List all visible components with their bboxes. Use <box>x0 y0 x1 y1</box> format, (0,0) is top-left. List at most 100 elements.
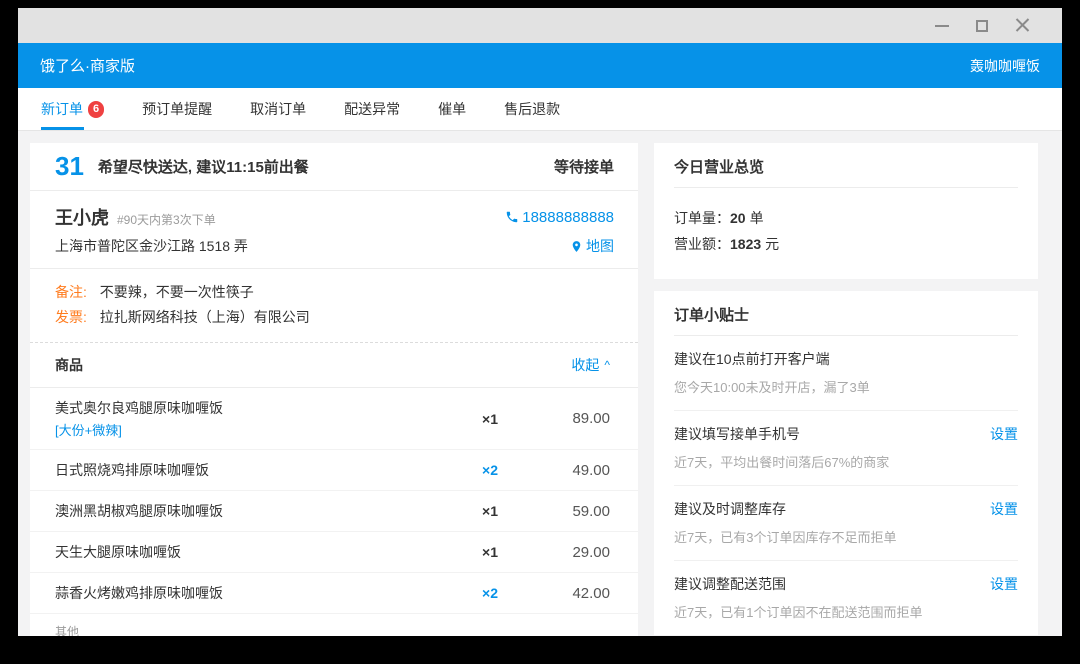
remark-text: 不要辣，不要一次性筷子 <box>100 284 254 300</box>
customer-phone-link[interactable]: 18888888888 <box>505 209 614 226</box>
remark-label: 备注: <box>55 284 87 300</box>
item-row: 蒜香火烤嫩鸡排原味咖喱饭 ×2 42.00 <box>30 573 638 614</box>
tab[interactable]: 售后退款 <box>504 88 560 130</box>
caret-up-icon: ^ <box>604 358 610 372</box>
item-name: 天生大腿原味咖喱饭 <box>55 542 450 562</box>
tip-item: 建议调整配送范围 设置 近7天，已有1个订单因不在配送范围而拒单 <box>674 561 1018 635</box>
items-list: 美式奥尔良鸡腿原味咖喱饭 [大份+微辣] ×1 89.00 日式照烧鸡排原味咖喱… <box>30 388 638 614</box>
minimize-button[interactable] <box>922 8 962 43</box>
tab-label: 新订单 <box>41 99 83 119</box>
tab[interactable]: 取消订单 <box>250 88 306 130</box>
tab-bar: 新订单 6 预订单提醒 取消订单 配送异常 催单 <box>18 88 1062 131</box>
stat-value: 20 <box>730 210 746 226</box>
goods-header: 商品 收起 ^ <box>30 343 638 388</box>
tab[interactable]: 配送异常 <box>344 88 400 130</box>
close-icon <box>1015 18 1030 33</box>
stat-label: 营业额： <box>674 236 730 252</box>
tip-description: 您今天10:00未及时开店，漏了3单 <box>674 377 1018 396</box>
tips-title: 订单小贴士 <box>674 291 1018 336</box>
item-quantity: ×1 <box>450 503 530 519</box>
summary-stats: 订单量：20单 营业额：1823元 <box>654 188 1038 279</box>
goods-title: 商品 <box>55 355 83 375</box>
tip-settings-link[interactable]: 设置 <box>990 424 1018 444</box>
customer-name: 王小虎 <box>55 204 109 230</box>
map-link[interactable]: 地图 <box>570 236 614 256</box>
order-status: 等待接单 <box>554 156 614 177</box>
minimize-icon <box>935 25 949 27</box>
customer-phone: 18888888888 <box>522 209 614 226</box>
window-titlebar <box>18 8 1062 43</box>
collapse-link[interactable]: 收起 ^ <box>571 355 610 375</box>
tip-description: 近7天，已有1个订单因不在配送范围而拒单 <box>674 602 1018 621</box>
invoice-text: 拉扎斯网络科技（上海）有限公司 <box>100 309 310 325</box>
app-header: 饿了么·商家版 轰咖咖喱饭 <box>18 43 1062 88</box>
order-tips-card: 订单小贴士 建议在10点前打开客户端 您今天10:00未及时开店，漏了3单 <box>654 291 1038 635</box>
item-row: 澳洲黑胡椒鸡腿原味咖喱饭 ×1 59.00 <box>30 491 638 532</box>
location-pin-icon <box>570 240 583 253</box>
item-name: 蒜香火烤嫩鸡排原味咖喱饭 <box>55 583 450 603</box>
tab-label: 配送异常 <box>344 99 400 119</box>
stat-label: 订单量： <box>674 210 730 226</box>
app-window: 饿了么·商家版 轰咖咖喱饭 新订单 6 预订单提醒 取消订单 配送异常 <box>18 8 1062 636</box>
customer-block: 王小虎 #90天内第3次下单 18888888888 上海市普陀区金沙江路 15… <box>30 191 638 269</box>
tip-title: 建议在10点前打开客户端 <box>674 349 830 369</box>
close-button[interactable] <box>1002 8 1042 43</box>
customer-frequency: #90天内第3次下单 <box>117 211 505 228</box>
order-notes-block: 备注: 不要辣，不要一次性筷子 发票: 拉扎斯网络科技（上海）有限公司 <box>30 269 638 343</box>
stat-line: 营业额：1823元 <box>674 231 1018 257</box>
tab-badge: 6 <box>88 101 104 118</box>
other-section-label: 其他 <box>30 614 638 636</box>
item-price: 42.00 <box>530 585 610 602</box>
tab[interactable]: 预订单提醒 <box>142 88 212 130</box>
tab[interactable]: 新订单 6 <box>41 88 104 130</box>
item-price: 29.00 <box>530 544 610 561</box>
customer-address: 上海市普陀区金沙江路 1518 弄 <box>55 236 570 256</box>
item-row: 日式照烧鸡排原味咖喱饭 ×2 49.00 <box>30 450 638 491</box>
maximize-icon <box>976 20 988 32</box>
maximize-button[interactable] <box>962 8 1002 43</box>
tip-settings-link[interactable]: 设置 <box>990 499 1018 519</box>
map-label: 地图 <box>586 236 614 256</box>
sidebar: 今日营业总览 订单量：20单 营业额：1823元 订单小贴士 <box>654 143 1038 635</box>
item-quantity: ×1 <box>450 411 530 427</box>
tip-item: 建议在10点前打开客户端 您今天10:00未及时开店，漏了3单 <box>674 336 1018 411</box>
store-name: 轰咖咖喱饭 <box>970 56 1040 76</box>
tip-title: 建议填写接单手机号 <box>674 424 800 444</box>
collapse-label: 收起 <box>571 355 599 375</box>
item-quantity: ×1 <box>450 544 530 560</box>
phone-icon <box>505 210 519 224</box>
tip-item: 建议填写接单手机号 设置 近7天，平均出餐时间落后67%的商家 <box>674 411 1018 486</box>
tip-description: 近7天，平均出餐时间落后67%的商家 <box>674 452 1018 471</box>
item-quantity: ×2 <box>450 462 530 478</box>
item-price: 59.00 <box>530 503 610 520</box>
tip-item: 建议及时调整库存 设置 近7天，已有3个订单因库存不足而拒单 <box>674 486 1018 561</box>
tab[interactable]: 催单 <box>438 88 466 130</box>
stat-value: 1823 <box>730 236 761 252</box>
order-header: 31 希望尽快送达, 建议11:15前出餐 等待接单 <box>30 143 638 191</box>
item-row: 天生大腿原味咖喱饭 ×1 29.00 <box>30 532 638 573</box>
item-row: 美式奥尔良鸡腿原味咖喱饭 [大份+微辣] ×1 89.00 <box>30 388 638 450</box>
daily-summary-card: 今日营业总览 订单量：20单 营业额：1823元 <box>654 143 1038 279</box>
tab-label: 预订单提醒 <box>142 99 212 119</box>
item-spec: [大份+微辣] <box>55 420 450 439</box>
item-name: 澳洲黑胡椒鸡腿原味咖喱饭 <box>55 501 450 521</box>
item-price: 89.00 <box>530 410 610 427</box>
tip-title: 建议及时调整库存 <box>674 499 786 519</box>
tip-title: 建议调整配送范围 <box>674 574 786 594</box>
tab-label: 催单 <box>438 99 466 119</box>
order-delivery-note: 希望尽快送达, 建议11:15前出餐 <box>98 156 554 177</box>
tip-settings-link[interactable]: 设置 <box>990 574 1018 594</box>
tips-list: 建议在10点前打开客户端 您今天10:00未及时开店，漏了3单 建议填写接单手机… <box>654 336 1038 635</box>
invoice-label: 发票: <box>55 309 87 325</box>
item-price: 49.00 <box>530 462 610 479</box>
app-title: 饿了么·商家版 <box>40 55 135 76</box>
tab-label: 取消订单 <box>250 99 306 119</box>
stat-line: 订单量：20单 <box>674 205 1018 231</box>
order-card: 31 希望尽快送达, 建议11:15前出餐 等待接单 王小虎 #90天内第3次下… <box>30 143 638 636</box>
stat-unit: 元 <box>765 236 779 252</box>
tab-label: 售后退款 <box>504 99 560 119</box>
summary-title: 今日营业总览 <box>674 143 1018 188</box>
stat-unit: 单 <box>750 210 764 226</box>
item-quantity: ×2 <box>450 585 530 601</box>
tip-description: 近7天，已有3个订单因库存不足而拒单 <box>674 527 1018 546</box>
